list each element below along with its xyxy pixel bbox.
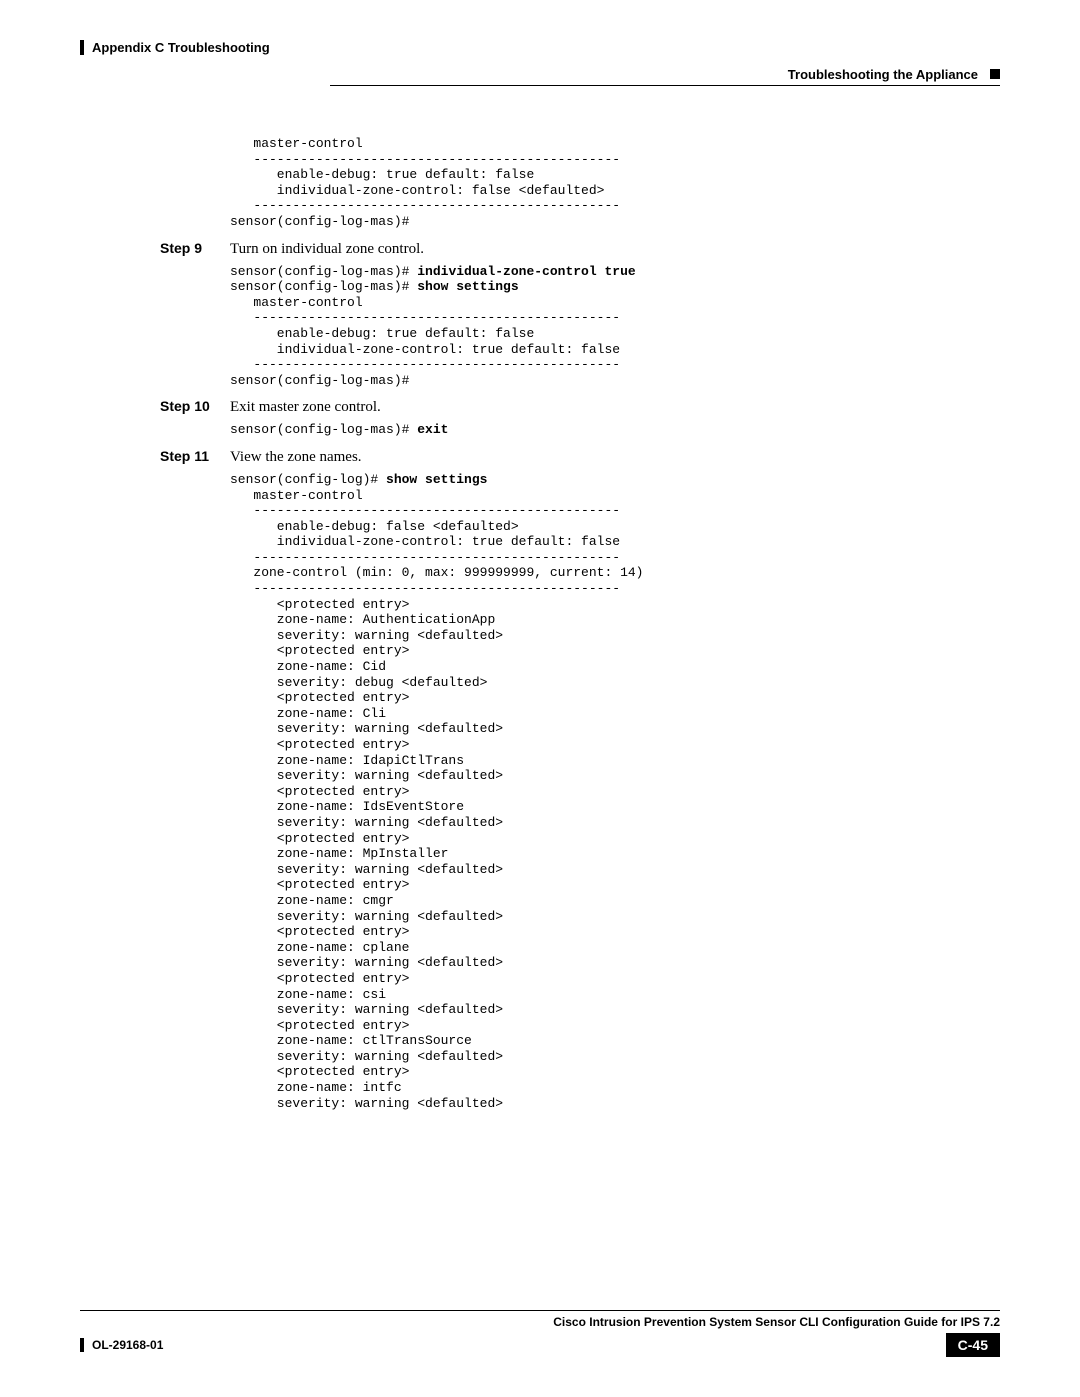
page-header: Appendix C Troubleshooting [80, 40, 1000, 55]
header-section: Troubleshooting the Appliance [788, 67, 978, 82]
step-10-row: Step 10 Exit master zone control. [160, 398, 1000, 416]
code4-output: master-control -------------------------… [230, 488, 643, 1111]
header-rule [330, 85, 1000, 86]
step-11-label: Step 11 [160, 448, 230, 464]
footer-doc-id: OL-29168-01 [80, 1338, 163, 1352]
header-right-wrap: Troubleshooting the Appliance [80, 65, 1000, 83]
code2-prompt1: sensor(config-log-mas)# [230, 264, 417, 279]
footer-rule [80, 1310, 1000, 1311]
header-square-icon [990, 69, 1000, 79]
footer-page-number: C-45 [946, 1333, 1000, 1357]
code-block-1: master-control -------------------------… [230, 136, 1000, 230]
step-9-text: Turn on individual zone control. [230, 241, 424, 258]
code2-cmd2: show settings [417, 279, 518, 294]
header-appendix: Appendix C Troubleshooting [80, 40, 270, 55]
code4-cmd: show settings [386, 472, 487, 487]
code4-prompt: sensor(config-log)# [230, 472, 386, 487]
code-block-4: sensor(config-log)# show settings master… [230, 472, 1000, 1111]
code2-output: master-control -------------------------… [230, 295, 620, 388]
code2-cmd1: individual-zone-control true [417, 264, 635, 279]
page-footer: Cisco Intrusion Prevention System Sensor… [80, 1310, 1000, 1357]
code-block-3: sensor(config-log-mas)# exit [230, 422, 1000, 438]
code2-prompt2: sensor(config-log-mas)# [230, 279, 417, 294]
code3-cmd: exit [417, 422, 448, 437]
step-9-label: Step 9 [160, 240, 230, 256]
content-area: master-control -------------------------… [160, 136, 1000, 1111]
step-10-label: Step 10 [160, 398, 230, 414]
step-11-row: Step 11 View the zone names. [160, 448, 1000, 466]
step-11-text: View the zone names. [230, 449, 362, 466]
code3-prompt: sensor(config-log-mas)# [230, 422, 417, 437]
step-10-text: Exit master zone control. [230, 399, 381, 416]
code-block-2: sensor(config-log-mas)# individual-zone-… [230, 264, 1000, 389]
step-9-row: Step 9 Turn on individual zone control. [160, 240, 1000, 258]
footer-title: Cisco Intrusion Prevention System Sensor… [80, 1315, 1000, 1329]
footer-bottom: OL-29168-01 C-45 [80, 1333, 1000, 1357]
